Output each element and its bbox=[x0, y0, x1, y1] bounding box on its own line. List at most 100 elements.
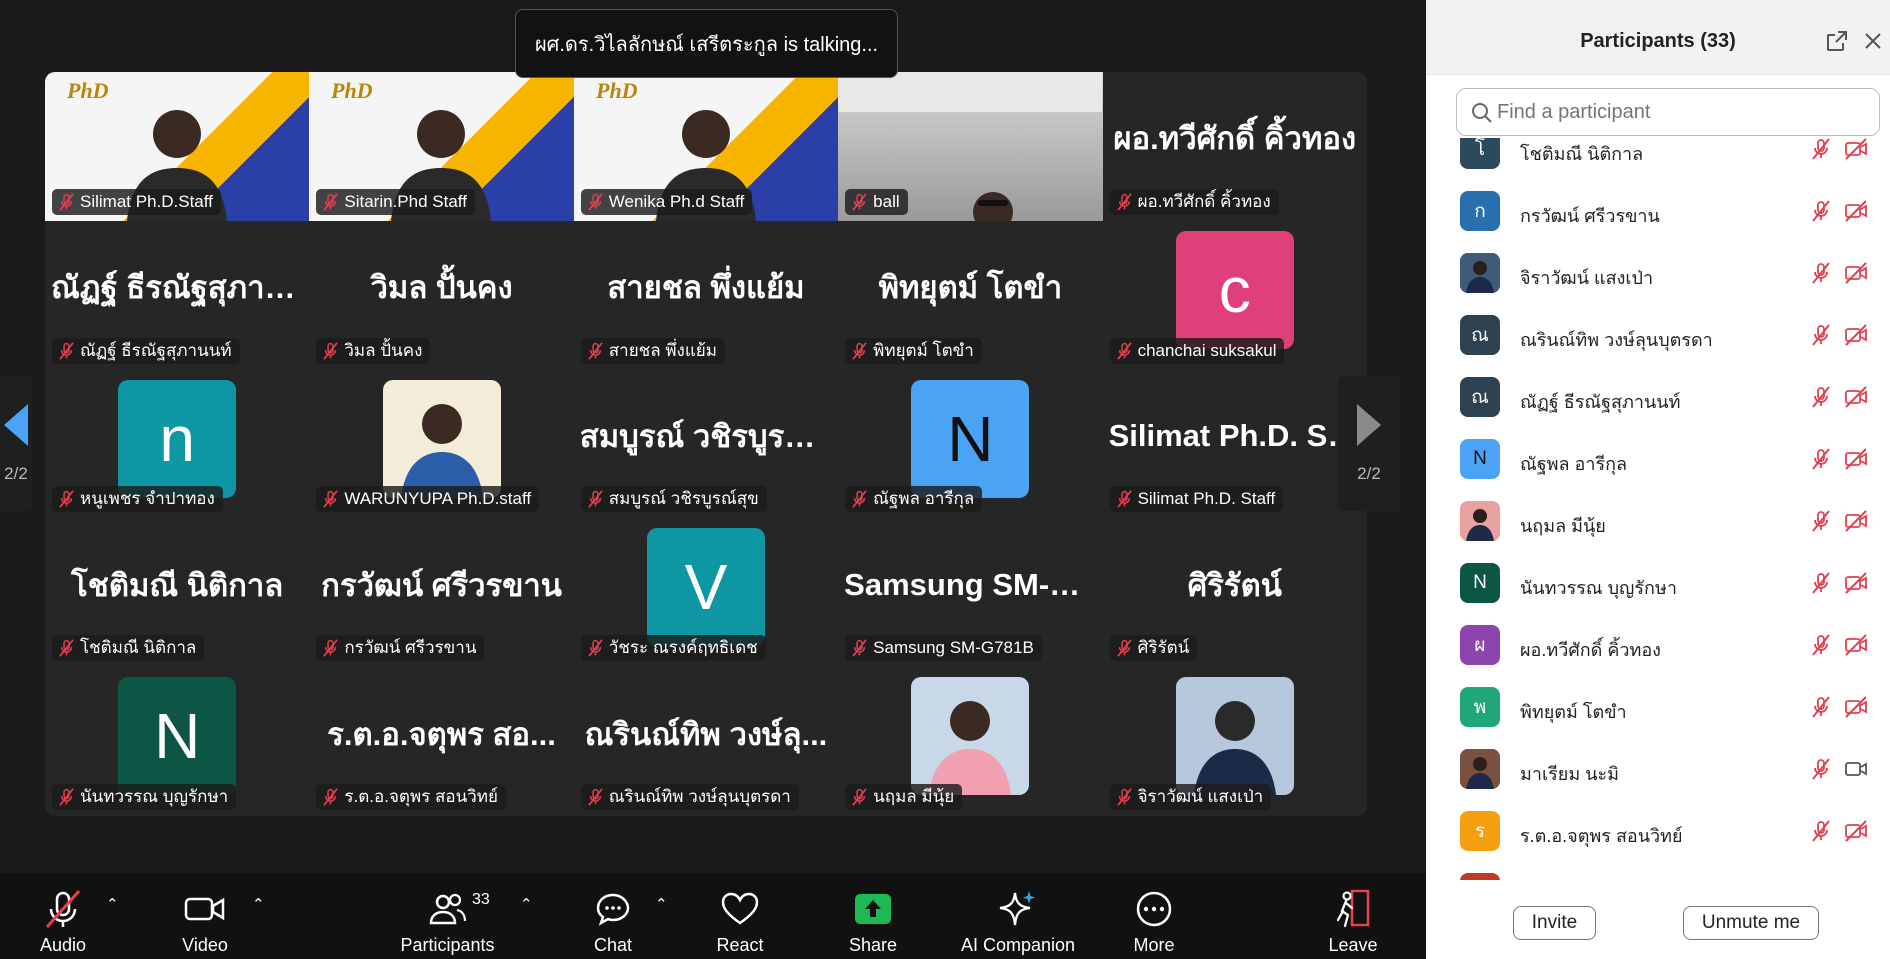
participant-mic-status[interactable] bbox=[1810, 572, 1832, 599]
next-page-button[interactable]: 2/2 bbox=[1338, 376, 1400, 511]
participant-mic-status[interactable] bbox=[1810, 758, 1832, 785]
participant-list-name: ณัฐพล อารีกุล bbox=[1520, 454, 1628, 474]
participant-avatar: ผ bbox=[1460, 625, 1500, 665]
participant-tile[interactable]: PhD Silimat Ph.D.Staff bbox=[45, 72, 310, 221]
participant-tile[interactable]: V วัชระ ณรงค์ฤทธิเดช bbox=[574, 518, 838, 667]
participants-button[interactable]: 33 Participants bbox=[390, 873, 505, 959]
participant-mic-status[interactable] bbox=[1810, 262, 1832, 289]
unmute-me-button[interactable]: Unmute me bbox=[1683, 906, 1819, 940]
chat-icon bbox=[596, 893, 630, 926]
participant-camera-status[interactable] bbox=[1844, 758, 1868, 785]
participant-camera-status[interactable] bbox=[1844, 634, 1868, 661]
participant-camera-status[interactable] bbox=[1844, 386, 1868, 413]
participant-mic-status[interactable] bbox=[1810, 448, 1832, 475]
participant-camera-status[interactable] bbox=[1844, 200, 1868, 227]
participant-tile[interactable]: WARUNYUPA Ph.D.staff bbox=[309, 370, 573, 519]
participant-camera-status[interactable] bbox=[1844, 324, 1868, 351]
participant-mic-status[interactable] bbox=[1810, 138, 1832, 165]
participant-tile[interactable]: ร.ต.อ.จตุพร สอ... ร.ต.อ.จตุพร สอนวิทย์ bbox=[309, 667, 573, 816]
share-screen-icon bbox=[855, 894, 891, 924]
participant-tile[interactable]: ศิริรัตน์ ศิริรัตน์ bbox=[1103, 518, 1367, 667]
participant-tile[interactable]: วิมล ปั้นคง วิมล ปั้นคง bbox=[309, 221, 573, 370]
participant-tile[interactable]: จิราวัฒน์ แสงเป่า bbox=[1103, 667, 1367, 816]
video-button[interactable]: Video bbox=[170, 873, 240, 959]
participant-tile[interactable]: โชติมณี นิติกาล โชติมณี นิติกาล bbox=[45, 518, 309, 667]
participant-list-item[interactable]: N ณัฐพล อารีกุล bbox=[1426, 428, 1890, 490]
participant-tile[interactable]: c chanchai suksakul bbox=[1103, 221, 1367, 370]
react-button[interactable]: React bbox=[710, 873, 770, 959]
participant-tile[interactable]: n หนูเพชร จำปาทอง bbox=[45, 370, 309, 519]
prev-page-button[interactable]: 2/2 bbox=[0, 376, 32, 511]
participant-name-text: WARUNYUPA Ph.D.staff bbox=[344, 489, 532, 509]
participant-list-item[interactable]: ก กรวัฒน์ ศรีวรขาน bbox=[1426, 180, 1890, 242]
participant-tile[interactable]: ณัฏฐ์ ธีรณัฐสุภาน... ณัฏฐ์ ธีรณัฐสุภานนท์ bbox=[45, 221, 309, 370]
participant-tile[interactable]: ball bbox=[838, 72, 1103, 221]
participant-search-input[interactable] bbox=[1497, 97, 1867, 127]
participant-name-text: Samsung SM-G781B bbox=[873, 638, 1034, 658]
participant-camera-status[interactable] bbox=[1844, 820, 1868, 847]
audio-options-caret[interactable]: ⌃ bbox=[106, 895, 119, 913]
video-stage: PhD Silimat Ph.D.Staff PhD Sitarin.Phd Staf… bbox=[0, 0, 1426, 873]
participant-list-item[interactable]: นฤมล มีนุ้ย bbox=[1426, 490, 1890, 552]
participant-tile[interactable]: N นันทวรรณ บุญรักษา bbox=[45, 667, 309, 816]
chevron-right-icon bbox=[1357, 403, 1381, 446]
participant-list-item[interactable]: พ พิทยุตม์ โตขำ bbox=[1426, 676, 1890, 738]
participant-list-name: จิราวัฒน์ แสงเป่า bbox=[1520, 268, 1654, 288]
participant-camera-status[interactable] bbox=[1844, 448, 1868, 475]
participant-tile[interactable]: ณรินณ์ทิพ วงษ์ลุ... ณรินณ์ทิพ วงษ์ลุนบุตร… bbox=[574, 667, 838, 816]
participant-mic-status[interactable] bbox=[1810, 200, 1832, 227]
participant-display-name: โชติมณี นิติกาล bbox=[71, 567, 284, 603]
participant-tile[interactable]: กรวัฒน์ ศรีวรขาน กรวัฒน์ ศรีวรขาน bbox=[309, 518, 573, 667]
participant-tile[interactable]: พิทยุตม์ โตขำ พิทยุตม์ โตขำ bbox=[838, 221, 1102, 370]
participant-camera-status[interactable] bbox=[1844, 138, 1868, 165]
participant-list-item[interactable]: ร ร.ต.อ.จตุพร สอนวิทย์ bbox=[1426, 800, 1890, 862]
share-button[interactable]: Share bbox=[843, 873, 903, 959]
participant-display-name: พิทยุตม์ โตขำ bbox=[878, 270, 1063, 306]
video-options-caret[interactable]: ⌃ bbox=[252, 895, 265, 913]
participant-list-item[interactable]: ณ ณรินณ์ทิพ วงษ์ลุนบุตรดา bbox=[1426, 304, 1890, 366]
participant-tile[interactable]: นฤมล มีนุ้ย bbox=[838, 667, 1102, 816]
participants-options-caret[interactable]: ⌃ bbox=[520, 895, 533, 913]
participant-mic-status[interactable] bbox=[1810, 696, 1832, 723]
participant-search[interactable] bbox=[1456, 88, 1880, 136]
invite-button[interactable]: Invite bbox=[1513, 906, 1596, 940]
ai-companion-button[interactable]: AI Companion bbox=[958, 873, 1078, 959]
participant-name-label: chanchai suksakul bbox=[1109, 337, 1285, 364]
participant-camera-status[interactable] bbox=[1844, 572, 1868, 599]
participant-tile[interactable]: PhD Wenika Ph.d Staff bbox=[573, 72, 839, 221]
audio-button[interactable]: Audio bbox=[28, 873, 98, 959]
participant-tile[interactable]: สมบูรณ์ วชิรบูรณ์... สมบูรณ์ วชิรบูรณ์สุข bbox=[574, 370, 838, 519]
participant-name-text: Silimat Ph.D.Staff bbox=[80, 191, 213, 211]
participant-mic-status[interactable] bbox=[1810, 820, 1832, 847]
participant-tile[interactable]: ผอ.ทวีศักดิ์ คิ้วทอง ผอ.ทวีศักดิ์ คิ้วทอง bbox=[1103, 72, 1367, 221]
chat-button[interactable]: Chat bbox=[583, 873, 643, 959]
leave-button[interactable]: Leave bbox=[1323, 873, 1383, 959]
close-icon[interactable] bbox=[1864, 32, 1882, 50]
participant-mic-status[interactable] bbox=[1810, 324, 1832, 351]
participant-list-item[interactable]: N นันทวรรณ บุญรักษา bbox=[1426, 552, 1890, 614]
participant-list-item[interactable]: โ โชติมณี นิติกาล bbox=[1426, 138, 1890, 180]
popout-icon[interactable] bbox=[1826, 30, 1848, 52]
more-button[interactable]: More bbox=[1124, 873, 1184, 959]
participant-tile[interactable]: Samsung SM-G... Samsung SM-G781B bbox=[838, 518, 1102, 667]
participant-tile[interactable]: PhD Sitarin.Phd Staff bbox=[309, 72, 574, 221]
participant-tile[interactable]: N ณัฐพล อารีกุล bbox=[838, 370, 1102, 519]
participant-list-item[interactable]: ณ ณัฏฐ์ ธีรณัฐสุภานนท์ bbox=[1426, 366, 1890, 428]
muted-mic-icon bbox=[1812, 324, 1830, 346]
participant-list-item[interactable]: มาเรียม นะมิ bbox=[1426, 738, 1890, 800]
participant-camera-status[interactable] bbox=[1844, 510, 1868, 537]
participant-name-text: นฤมล มีนุ้ย bbox=[873, 786, 955, 806]
participant-list-item[interactable]: จิราวัฒน์ แสงเป่า bbox=[1426, 242, 1890, 304]
participant-mic-status[interactable] bbox=[1810, 634, 1832, 661]
participant-tile[interactable]: Silimat Ph.D. St... Silimat Ph.D. Staff bbox=[1103, 370, 1367, 519]
participant-camera-status[interactable] bbox=[1844, 262, 1868, 289]
muted-mic-icon bbox=[1812, 386, 1830, 408]
chat-options-caret[interactable]: ⌃ bbox=[655, 895, 668, 913]
participant-mic-status[interactable] bbox=[1810, 386, 1832, 413]
participant-mic-status[interactable] bbox=[1810, 510, 1832, 537]
participant-list-item[interactable]: ผ ผอ.ทวีศักดิ์ คิ้วทอง bbox=[1426, 614, 1890, 676]
participant-camera-status[interactable] bbox=[1844, 696, 1868, 723]
participant-name-text: ณรินณ์ทิพ วงษ์ลุนบุตรดา bbox=[608, 786, 791, 806]
participant-list-item[interactable] bbox=[1426, 862, 1890, 880]
participant-tile[interactable]: สายชล พึ่งแย้ม สายชล พึ่งแย้ม bbox=[574, 221, 838, 370]
